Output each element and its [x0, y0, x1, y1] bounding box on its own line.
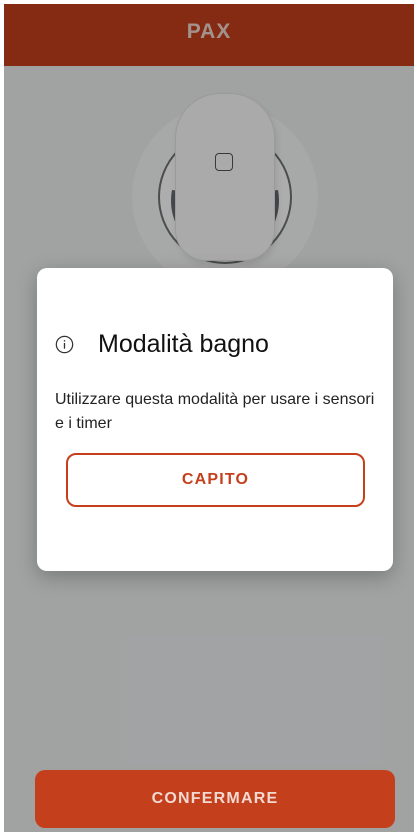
confirm-button[interactable]: CONFERMARE — [35, 770, 395, 828]
screen: PAX CONFERMARE Modalità bagno Utilizzare… — [4, 4, 414, 832]
dialog-header: Modalità bagno — [55, 330, 269, 359]
dialog-title: Modalità bagno — [98, 330, 269, 358]
info-icon — [55, 335, 74, 354]
info-dialog: Modalità bagno Utilizzare questa modalit… — [37, 268, 393, 571]
got-it-button[interactable]: CAPITO — [66, 453, 365, 507]
app-frame: PAX CONFERMARE Modalità bagno Utilizzare… — [0, 0, 418, 832]
dialog-message: Utilizzare questa modalità per usare i s… — [55, 391, 375, 432]
